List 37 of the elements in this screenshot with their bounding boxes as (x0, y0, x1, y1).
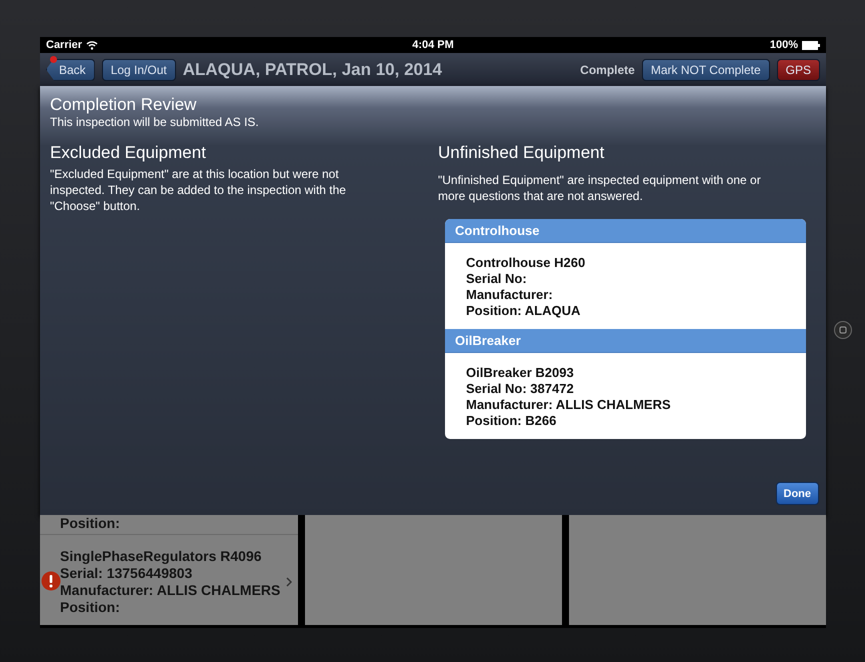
login-button[interactable]: Log In/Out (102, 58, 176, 80)
side-button-icon (834, 321, 852, 339)
group-header: OilBreaker (445, 329, 806, 353)
battery-percent: 100% (770, 39, 798, 51)
group-header: Controlhouse (445, 219, 806, 243)
equipment-detail: Position: ALAQUA (466, 303, 582, 319)
equipment-detail: Serial No: (466, 271, 528, 287)
equipment-detail: Position: B266 (466, 413, 558, 429)
equipment-detail: Position: (60, 515, 121, 532)
equipment-detail: OilBreaker B2093 (466, 365, 575, 381)
carrier-label: Carrier (46, 39, 82, 51)
section-heading: Unfinished Equipment (438, 143, 606, 163)
wifi-icon (86, 40, 98, 50)
equipment-detail: SinglePhaseRegulators R4096 (60, 548, 263, 565)
equipment-detail: Serial: 13756449803 (60, 565, 194, 582)
battery-icon (802, 40, 820, 50)
list-row[interactable]: Position: (40, 515, 298, 535)
section-heading: Excluded Equipment (50, 143, 207, 163)
inspection-title: ALAQUA, PATROL, Jan 10, 2014 (182, 60, 442, 80)
done-button[interactable]: Done (776, 482, 819, 505)
alert-dot-icon (50, 56, 57, 62)
equipment-detail: Controlhouse H260 (466, 255, 586, 271)
equipment-detail: Manufacturer: ALLIS CHALMERS (60, 582, 282, 599)
status-label: Complete (580, 62, 635, 76)
equipment-detail: Manufacturer: (466, 287, 554, 303)
modal-subtitle: This inspection will be submitted AS IS. (50, 115, 260, 129)
modal-title: Completion Review (50, 95, 198, 115)
section-description: "Unfinished Equipment" are inspected equipment with one or more questions that are not answered. (438, 172, 762, 204)
equipment-detail: Serial No: 387472 (466, 381, 575, 397)
section-description: "Excluded Equipment" are at this location but were not inspected. They can be added to the inspection with the "Choose" button. (50, 166, 347, 214)
gps-button[interactable]: GPS (776, 58, 820, 80)
clock-time: 4:04 PM (412, 39, 454, 51)
back-button[interactable]: Back (46, 58, 95, 80)
equipment-detail: Position: (60, 599, 121, 616)
mark-not-complete-button[interactable]: Mark NOT Complete (642, 58, 770, 80)
chevron-icon (286, 577, 292, 587)
equipment-detail: Manufacturer: ALLIS CHALMERS (466, 397, 672, 413)
